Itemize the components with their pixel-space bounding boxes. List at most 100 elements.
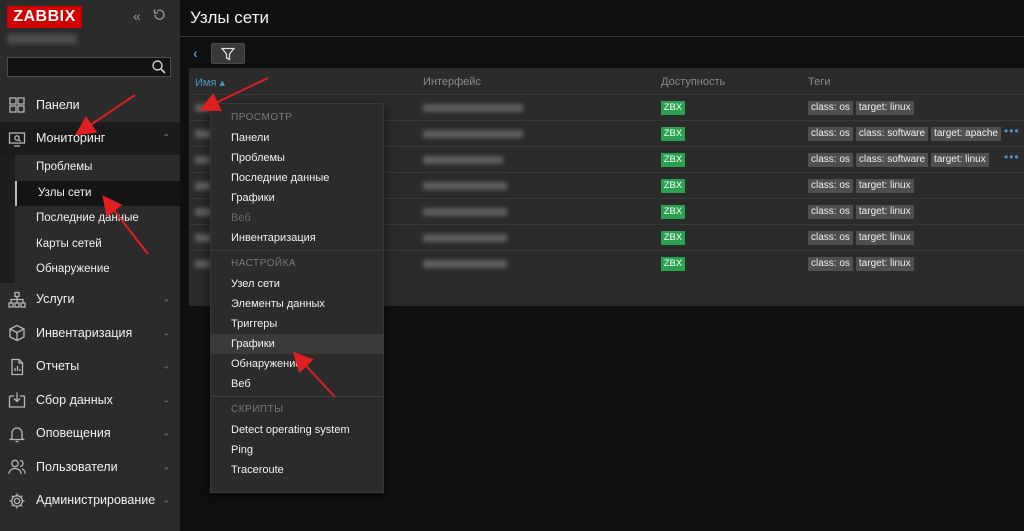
menu-item[interactable]: Ping — [211, 440, 383, 460]
gear-icon — [8, 492, 26, 510]
tag-list: class: os target: linux — [808, 179, 914, 193]
availability-badge[interactable]: ZBX — [661, 179, 685, 193]
nav-inventory[interactable]: Инвентаризация ⌄ — [0, 316, 180, 350]
nav-dashboards[interactable]: Панели — [0, 88, 180, 122]
filter-button[interactable] — [211, 43, 245, 64]
menu-item[interactable]: Элементы данных — [211, 294, 383, 314]
host-interface-blurred — [423, 130, 523, 138]
availability-badge[interactable]: ZBX — [661, 205, 685, 219]
chevron-down-icon: ⌄ — [162, 293, 170, 304]
nav-monitoring[interactable]: Мониторинг ⌃ — [0, 121, 180, 155]
menu-item[interactable]: Detect operating system — [211, 420, 383, 440]
filter-icon — [221, 47, 235, 61]
menu-item[interactable]: Графики — [211, 334, 383, 354]
sidebar: ZABBIX « Панели Мониторинг ⌃ Проблемы Уз… — [0, 0, 180, 531]
kiosk-mode-icon[interactable] — [153, 8, 166, 24]
sub-item-latest-data[interactable]: Последние данные — [15, 206, 180, 232]
tag-badge[interactable]: target: linux — [855, 179, 914, 193]
monitoring-submenu: Проблемы Узлы сети Последние данные Карт… — [0, 155, 180, 283]
menu-item[interactable]: Инвентаризация — [211, 228, 383, 248]
sidebar-search-input[interactable] — [7, 57, 171, 77]
host-interface-blurred — [423, 208, 507, 216]
host-interface-blurred — [423, 260, 507, 268]
tag-badge[interactable]: class: os — [808, 231, 853, 245]
tag-list: class: os target: linux — [808, 257, 914, 271]
menu-item: Веб — [231, 212, 251, 224]
users-icon — [8, 458, 26, 476]
menu-item[interactable]: Проблемы — [211, 148, 383, 168]
nav-services[interactable]: Услуги ⌄ — [0, 283, 180, 317]
nav-users[interactable]: Пользователи ⌄ — [0, 450, 180, 484]
tag-badge[interactable]: class: os — [808, 179, 853, 193]
collapse-sidebar-icon[interactable]: « — [133, 8, 141, 24]
availability-badge[interactable]: ZBX — [661, 231, 685, 245]
nav-alerts[interactable]: Оповещения ⌄ — [0, 417, 180, 451]
nav-label: Отчеты — [36, 359, 80, 374]
services-icon — [8, 291, 26, 309]
column-header-interface: Интерфейс — [423, 76, 481, 88]
tag-badge[interactable]: class: os — [808, 127, 853, 141]
nav-reports[interactable]: Отчеты ⌄ — [0, 350, 180, 384]
menu-item[interactable]: Веб — [211, 374, 383, 394]
sub-item-problems[interactable]: Проблемы — [15, 155, 180, 181]
host-interface-blurred — [423, 234, 507, 242]
menu-item[interactable]: Узел сети — [211, 274, 383, 294]
host-interface-blurred — [423, 104, 523, 112]
zabbix-logo[interactable]: ZABBIX — [7, 6, 82, 28]
sub-item-hosts[interactable]: Узлы сети — [15, 180, 180, 206]
server-name-blurred — [7, 34, 77, 44]
chevron-down-icon: ⌄ — [162, 394, 170, 405]
chevron-down-icon: ⌄ — [162, 461, 170, 472]
monitoring-icon — [8, 130, 26, 148]
tag-badge[interactable]: class: os — [808, 101, 853, 115]
nav-label: Оповещения — [36, 426, 111, 441]
nav-label: Инвентаризация — [36, 325, 133, 340]
menu-section-header: НАСТРОЙКА — [231, 258, 297, 269]
menu-section-header: СКРИПТЫ — [231, 404, 284, 415]
tag-badge[interactable]: target: linux — [855, 205, 914, 219]
more-tags-icon[interactable]: ••• — [1004, 150, 1020, 164]
chevron-down-icon: ⌄ — [162, 327, 170, 338]
nav-label: Мониторинг — [36, 131, 106, 146]
host-context-menu: ПРОСМОТР Панели Проблемы Последние данные Гр… — [210, 103, 384, 493]
nav-label: Панели — [36, 97, 80, 112]
tag-badge[interactable]: target: linux — [855, 257, 914, 271]
menu-item[interactable]: Последние данные — [211, 168, 383, 188]
more-tags-icon[interactable]: ••• — [1004, 124, 1020, 138]
column-header-name[interactable]: Имя ▴ — [195, 76, 225, 89]
nav-administration[interactable]: Администрирование ⌄ — [0, 484, 180, 518]
tag-badge[interactable]: class: os — [808, 205, 853, 219]
tag-badge[interactable]: class: os — [808, 153, 853, 167]
menu-item[interactable]: Графики — [211, 188, 383, 208]
collapse-filter-chevron-left-icon[interactable]: ‹ — [193, 45, 198, 61]
chevron-down-icon: ⌄ — [162, 494, 170, 505]
tag-badge[interactable]: target: linux — [855, 231, 914, 245]
column-header-tags: Теги — [808, 76, 831, 88]
tag-badge[interactable]: target: linux — [931, 153, 989, 167]
search-icon[interactable] — [151, 59, 167, 75]
tag-list: class: os target: linux — [808, 101, 914, 115]
sub-item-discovery[interactable]: Обнаружение — [15, 257, 180, 283]
availability-badge[interactable]: ZBX — [661, 101, 685, 115]
tag-badge[interactable]: class: os — [808, 257, 853, 271]
chevron-down-icon: ⌄ — [162, 360, 170, 371]
tag-badge[interactable]: class: software — [855, 127, 929, 141]
availability-badge[interactable]: ZBX — [661, 257, 685, 271]
menu-item[interactable]: Traceroute — [211, 460, 383, 480]
nav-label: Пользователи — [36, 459, 118, 474]
menu-item[interactable]: Панели — [211, 128, 383, 148]
zabbix-app: ZABBIX « Панели Мониторинг ⌃ Проблемы Уз… — [0, 0, 1024, 531]
nav-data-collection[interactable]: Сбор данных ⌄ — [0, 383, 180, 417]
availability-badge[interactable]: ZBX — [661, 153, 685, 167]
tag-list: class: os class: software target: apache — [808, 127, 1001, 141]
menu-item[interactable]: Триггеры — [211, 314, 383, 334]
nav-label: Сбор данных — [36, 392, 113, 407]
sub-item-maps[interactable]: Карты сетей — [15, 231, 180, 257]
tag-badge[interactable]: class: software — [855, 153, 929, 167]
alerts-icon — [8, 425, 26, 443]
menu-item[interactable]: Обнаружение — [211, 354, 383, 374]
dashboard-icon — [8, 96, 26, 114]
availability-badge[interactable]: ZBX — [661, 127, 685, 141]
tag-badge[interactable]: target: apache — [931, 127, 1001, 141]
tag-badge[interactable]: target: linux — [855, 101, 914, 115]
